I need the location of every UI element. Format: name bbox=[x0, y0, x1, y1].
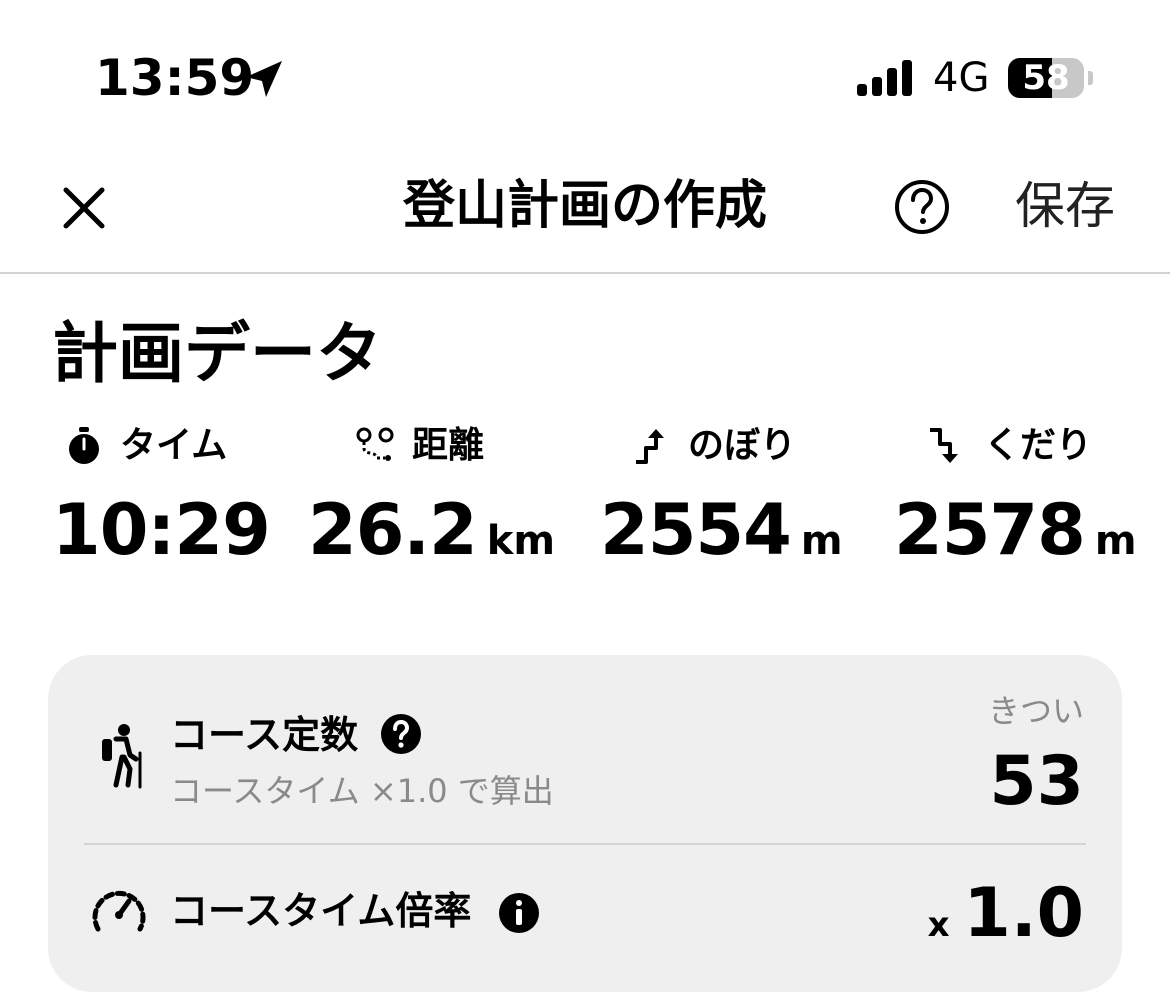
battery-percentage: 58 bbox=[1022, 58, 1070, 98]
stat-value: 10:29 bbox=[52, 489, 271, 571]
stat-value: 2578 m bbox=[894, 489, 1137, 571]
multiplier-prefix: x bbox=[927, 905, 950, 945]
descent-icon bbox=[930, 428, 958, 463]
multiplier-number: 1.0 bbox=[963, 874, 1084, 953]
stat-label: 距離 bbox=[412, 425, 485, 466]
stat-unit: m bbox=[1094, 518, 1137, 564]
navigation-bar: 登山計画の作成 保存 bbox=[0, 150, 1170, 274]
info-circle-icon[interactable] bbox=[498, 892, 540, 934]
course-constant-subtitle: コースタイム ×1.0 で算出 bbox=[170, 772, 554, 810]
help-icon[interactable] bbox=[893, 178, 951, 236]
hiker-icon bbox=[102, 724, 142, 789]
page-title: 登山計画の作成 bbox=[402, 176, 767, 236]
course-constant-value: 53 bbox=[989, 742, 1084, 821]
network-type: 4G bbox=[933, 55, 990, 101]
status-time: 13:59 bbox=[95, 49, 255, 107]
course-time-multiplier-title[interactable]: コースタイム倍率 bbox=[170, 887, 471, 935]
location-arrow-icon bbox=[246, 61, 282, 97]
divider bbox=[84, 843, 1086, 845]
course-constant-title: コース定数 bbox=[170, 713, 359, 757]
signal-bars-icon bbox=[857, 60, 912, 96]
ascent-icon bbox=[636, 429, 664, 464]
close-button[interactable] bbox=[58, 182, 110, 234]
stat-value: 2554 m bbox=[600, 489, 843, 571]
course-card: コース定数 コースタイム ×1.0 で算出 きつい 53 コースタイム倍率 x1… bbox=[48, 655, 1122, 992]
section-heading: 計画データ bbox=[52, 315, 382, 392]
stat-unit: km bbox=[486, 518, 555, 564]
speedometer-icon bbox=[92, 890, 146, 932]
question-circle-icon[interactable] bbox=[380, 713, 422, 755]
course-time-multiplier-value[interactable]: x 1.0 bbox=[928, 875, 1084, 964]
stat-label: くだり bbox=[984, 425, 1093, 466]
save-button[interactable]: 保存 bbox=[1015, 174, 1115, 238]
battery-icon: 58 bbox=[1008, 58, 1093, 98]
stat-value: 26.2 km bbox=[308, 489, 555, 571]
stat-label: タイム bbox=[120, 425, 228, 466]
stat-unit: m bbox=[800, 518, 843, 564]
difficulty-label: きつい bbox=[987, 692, 1084, 730]
stat-label: のぼり bbox=[688, 425, 797, 466]
stopwatch-icon bbox=[69, 427, 99, 464]
status-bar: 13:59 4G 58 bbox=[0, 0, 1170, 150]
route-icon bbox=[356, 427, 394, 461]
